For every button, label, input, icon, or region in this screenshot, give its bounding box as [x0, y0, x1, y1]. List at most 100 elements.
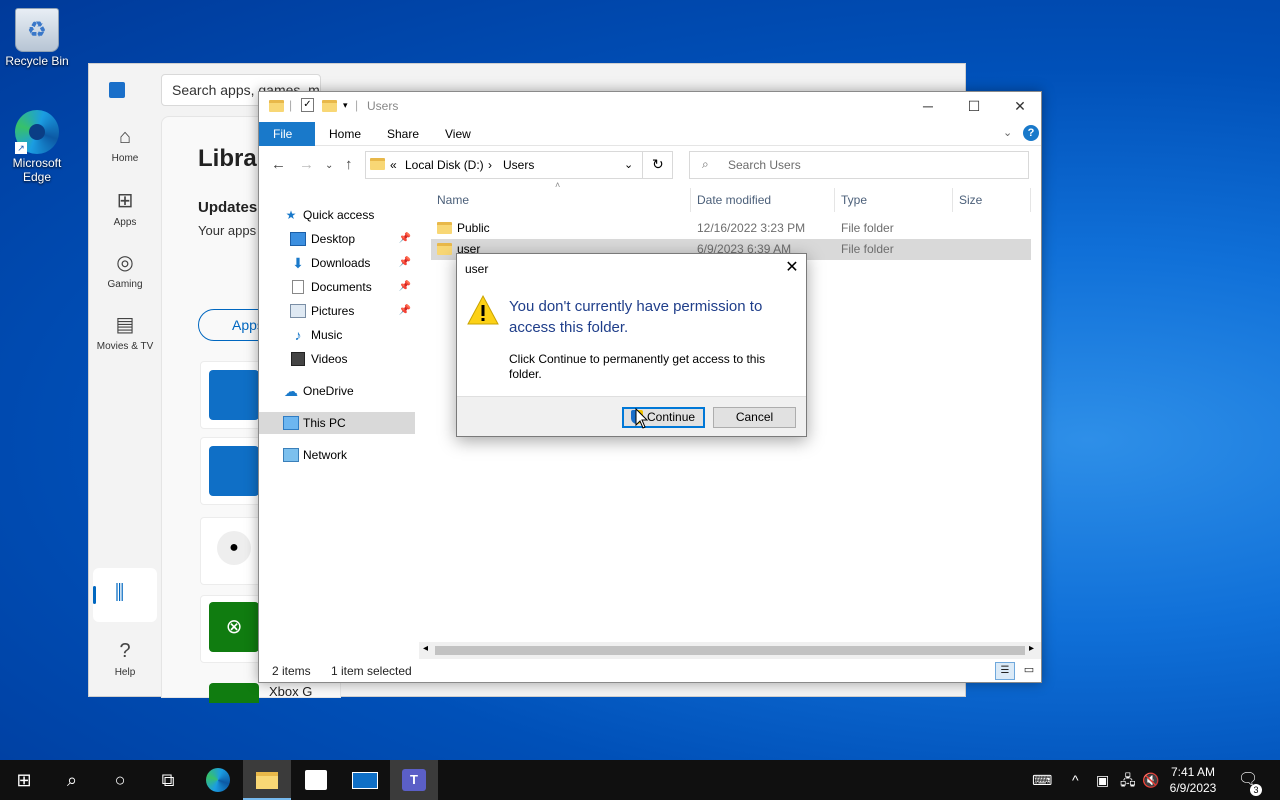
network-tray-icon[interactable]: 🖧 [1120, 760, 1136, 800]
close-button[interactable]: ✕ [997, 92, 1043, 122]
refresh-icon[interactable]: ↻ [652, 156, 664, 173]
ribbon-tabs: File Home Share View ⌄ ? [259, 122, 1041, 146]
pictures-icon [290, 304, 306, 318]
forward-arrow-icon[interactable]: → [299, 156, 314, 173]
star-icon: ★ [285, 208, 297, 222]
help-icon[interactable]: ? [1023, 125, 1039, 141]
onedrive-icon: ☁ [284, 383, 298, 399]
cortana-button[interactable]: ○ [96, 760, 144, 800]
explorer-titlebar[interactable]: | ✓ ▾ | Users ─ ☐ ✕ [259, 92, 1041, 122]
store-nav-help[interactable]: ? Help [89, 640, 161, 678]
recent-locations-icon[interactable]: ⌄ [325, 160, 333, 171]
back-arrow-icon[interactable]: ← [271, 156, 286, 173]
file-row[interactable]: Public 12/16/2022 3:23 PM File folder [431, 218, 1031, 239]
tab-share[interactable]: Share [373, 122, 433, 146]
nav-item-network[interactable]: Network [259, 444, 415, 466]
column-header-date[interactable]: Date modified [691, 188, 835, 212]
address-bar[interactable]: « Local Disk (D:) › Users ⌄ ↻ [365, 151, 673, 179]
taskbar-clock[interactable]: 7:41 AM 6/9/2023 [1164, 764, 1222, 796]
search-input[interactable]: ⌕ Search Users [689, 151, 1029, 179]
permission-dialog: user ✕ You don't currently have permissi… [456, 253, 807, 437]
app-tile-icon [209, 370, 259, 420]
pin-icon: 📌 [398, 233, 411, 244]
movies-icon: ▤ [115, 314, 135, 336]
continue-label: Continue [647, 410, 696, 424]
selection-count: 1 item selected [331, 664, 412, 678]
volume-muted-icon[interactable]: 🔇 [1142, 760, 1159, 800]
nav-item-this-pc[interactable]: This PC [259, 412, 415, 434]
clock-time: 7:41 AM [1170, 765, 1216, 779]
edge-icon: ↗ [15, 110, 59, 154]
divider: | [355, 98, 359, 112]
dialog-close-button[interactable]: ✕ [779, 256, 805, 280]
search-button[interactable]: ⌕ [48, 760, 96, 800]
scroll-right-icon[interactable]: ▸ [1029, 643, 1034, 654]
nav-item-desktop[interactable]: Desktop 📌 [259, 228, 415, 250]
ribbon-expand-icon[interactable]: ⌄ [1003, 126, 1012, 139]
task-view-button[interactable]: ⧉ [144, 760, 192, 800]
quick-access-dropdown-icon[interactable]: ▾ [343, 100, 348, 111]
desktop-icon-recycle-bin[interactable]: Recycle Bin [0, 8, 74, 68]
maximize-button[interactable]: ☐ [951, 92, 997, 122]
meet-now-icon[interactable]: ▣ [1096, 760, 1109, 800]
nav-item-videos[interactable]: Videos [259, 348, 415, 370]
desktop-icon-label: Recycle Bin [5, 54, 69, 68]
tab-view[interactable]: View [431, 122, 485, 146]
nav-item-downloads[interactable]: ⬇ Downloads 📌 [259, 252, 415, 274]
scroll-left-icon[interactable]: ◂ [423, 643, 428, 654]
window-title: Users [367, 99, 399, 113]
properties-icon[interactable]: ✓ [301, 98, 314, 112]
keyboard-layout-icon[interactable]: ⌨ [1032, 760, 1052, 800]
folder-icon [256, 772, 278, 789]
task-view-icon: ⧉ [161, 770, 175, 790]
tab-home[interactable]: Home [315, 122, 375, 146]
nav-item-documents[interactable]: Documents 📌 [259, 276, 415, 298]
taskbar-file-explorer[interactable] [243, 760, 291, 800]
address-row: ← → ⌄ ↑ « Local Disk (D:) › Users ⌄ ↻ ⌕ … [259, 148, 1041, 182]
horizontal-scrollbar[interactable]: ◂ ▸ [419, 642, 1041, 659]
store-nav-gaming[interactable]: ◎ Gaming [89, 250, 161, 290]
store-nav-apps[interactable]: ⊞ Apps [89, 188, 161, 228]
store-nav-home[interactable]: ⌂ Home [89, 126, 161, 164]
details-view-icon[interactable]: ☰ [995, 662, 1015, 680]
nav-item-music[interactable]: ♪ Music [259, 324, 415, 346]
column-header-name[interactable]: Name [431, 188, 691, 212]
breadcrumb-parent[interactable]: Local Disk (D:) [405, 158, 484, 172]
start-button[interactable]: ⊞ [0, 760, 48, 800]
search-placeholder: Search Users [728, 158, 801, 172]
file-date: 12/16/2022 3:23 PM [697, 221, 806, 235]
taskbar-edge[interactable] [194, 760, 242, 800]
desktop-icon-edge[interactable]: ↗ Microsoft Edge [0, 110, 74, 184]
xbox-icon: ⊗ [209, 602, 259, 652]
column-header-type[interactable]: Type [835, 188, 953, 212]
cancel-button[interactable]: Cancel [713, 407, 796, 428]
scrollbar-thumb[interactable] [435, 646, 1025, 655]
gaming-icon: ◎ [116, 252, 134, 274]
column-header-size[interactable]: Size [953, 188, 1031, 212]
minimize-button[interactable]: ─ [905, 92, 951, 122]
pin-icon: 📌 [398, 281, 411, 292]
xbox-app-label: Xbox G [269, 684, 313, 699]
breadcrumb-separator[interactable]: › [488, 158, 492, 172]
taskbar-teams[interactable]: T [390, 760, 438, 800]
documents-icon [292, 280, 304, 294]
taskbar-store[interactable] [292, 760, 340, 800]
address-dropdown-icon[interactable]: ⌄ [624, 158, 633, 171]
breadcrumb-current[interactable]: Users [503, 158, 534, 172]
tab-file[interactable]: File [259, 122, 315, 146]
store-nav-movies[interactable]: ▤ Movies & TV [89, 312, 161, 352]
show-hidden-icons-icon[interactable]: ^ [1072, 760, 1079, 800]
large-icons-view-icon[interactable]: ▭ [1019, 662, 1039, 680]
selected-indicator [93, 586, 96, 604]
new-folder-icon[interactable] [322, 100, 337, 112]
nav-item-onedrive[interactable]: ☁ OneDrive [259, 380, 415, 402]
app-tile-icon [209, 446, 259, 496]
nav-item-quick-access[interactable]: ★ Quick access [259, 204, 415, 226]
nav-item-pictures[interactable]: Pictures 📌 [259, 300, 415, 322]
pc-icon [283, 416, 299, 430]
taskbar-mail[interactable] [341, 760, 389, 800]
up-arrow-icon[interactable]: ↑ [345, 156, 353, 173]
breadcrumb-overflow[interactable]: « [390, 158, 397, 172]
store-nav-library[interactable]: ⫼ [93, 568, 157, 622]
mouse-cursor-icon [635, 408, 649, 429]
